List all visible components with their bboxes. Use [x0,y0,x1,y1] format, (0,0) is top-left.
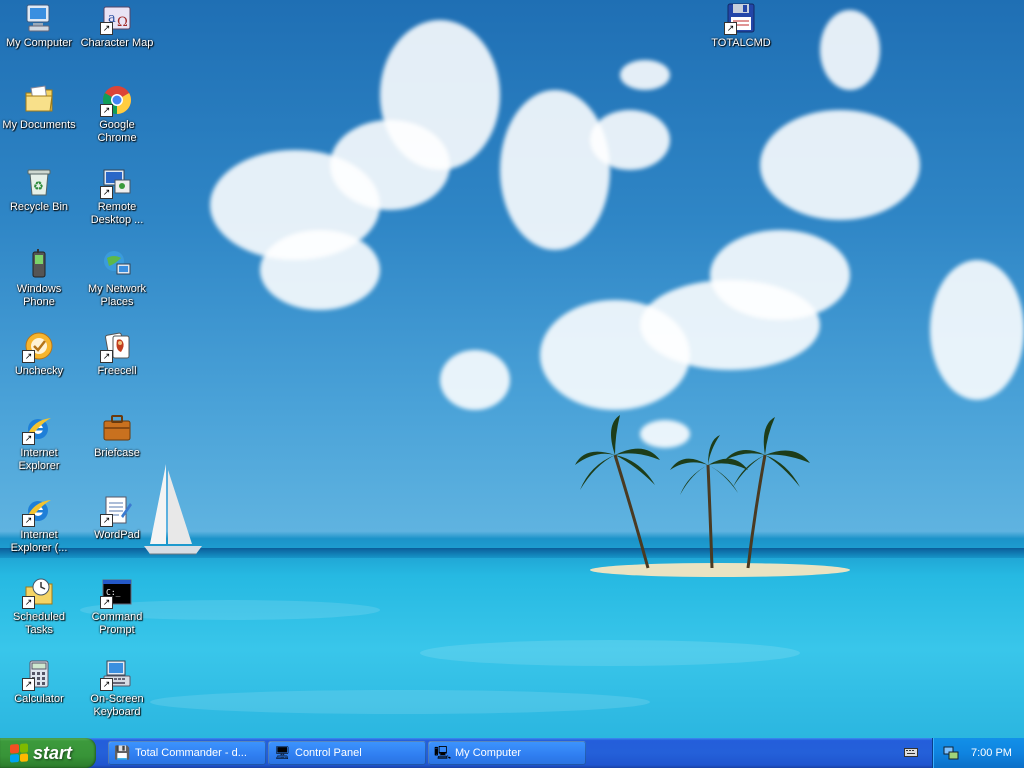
desktop-icon-label: Recycle Bin [9,201,69,213]
keyboard-icon: ↗ [100,658,133,691]
computer-icon [23,2,55,34]
desktop-icon-internet-explorer-2[interactable]: ↗ Internet Explorer (... [0,494,78,555]
phone-icon [23,248,55,280]
shortcut-arrow-icon: ↗ [100,22,113,35]
shortcut-arrow-icon: ↗ [100,104,113,117]
desktop-icon-unchecky[interactable]: ↗ Unchecky [0,330,78,378]
desktop-icon-my-network-places[interactable]: My Network Places [78,248,156,309]
desktop-icon-label: Command Prompt [91,611,143,636]
system-tray: 7:00 PM [932,738,1024,768]
clock[interactable]: 7:00 PM [971,747,1012,759]
shortcut-arrow-icon: ↗ [100,514,113,527]
desktop-icon-label: Google Chrome [97,119,137,144]
desktop-icon-my-computer[interactable]: My Computer [0,2,78,50]
desktop-icon-label: My Documents [2,119,76,131]
network-icon[interactable] [943,745,959,761]
desktop-icon-label: Unchecky [14,365,64,377]
desktop-icon-my-documents[interactable]: My Documents [0,84,78,132]
shortcut-arrow-icon: ↗ [22,514,35,527]
desktop-icon-label: My Network Places [87,283,147,308]
cards-icon: ↗ [100,330,133,363]
shortcut-arrow-icon: ↗ [724,22,737,35]
desktop-icon-label: Internet Explorer (... [10,529,68,554]
desktop-icon-label: Briefcase [94,447,140,459]
desktop-icon-label: WordPad [94,529,140,541]
desktop-icon-command-prompt[interactable]: C:_ ↗ Command Prompt [78,576,156,637]
desktop-icon-label: Remote Desktop ... [90,201,144,226]
desktop-icon-label: TOTALCMD [711,37,771,49]
desktop-icon-totalcmd[interactable]: ↗ TOTALCMD [702,2,780,50]
calculator-icon: ↗ [22,658,55,691]
island-palms-decoration [575,415,850,577]
recycle-bin-icon: ♻ [23,166,55,198]
totalcmd-icon: 💾 [114,745,131,760]
desktop[interactable]: My Computer a Ω ↗ Character Map My Documents ↗… [0,0,1024,738]
start-label: start [33,742,73,763]
briefcase-icon [101,412,133,444]
desktop-icon-label: Scheduled Tasks [13,611,65,636]
cmd-icon: C:_ ↗ [100,576,133,609]
desktop-icon-on-screen-keyboard[interactable]: ↗ On-Screen Keyboard [78,658,156,719]
network-icon [101,248,133,280]
control-panel-icon: 🖥 [274,745,291,760]
desktop-icon-calculator[interactable]: ↗ Calculator [0,658,78,706]
taskbar-button-label: Control Panel [295,747,362,759]
computer-icon: 🖳 [434,745,452,760]
start-button[interactable]: start [0,738,96,768]
shortcut-arrow-icon: ↗ [100,350,113,363]
desktop-icon-internet-explorer[interactable]: ↗ Internet Explorer [0,412,78,473]
taskbar: start 💾 Total Commander - d... 🖥 Control… [0,738,1024,768]
folder-documents-icon [23,84,55,116]
desktop-icon-label: Windows Phone [16,283,62,308]
desktop-icon-label: Freecell [97,365,137,377]
ie-icon: ↗ [22,494,55,527]
floppy-icon: ↗ [724,2,757,35]
svg-text:♻: ♻ [33,179,44,193]
desktop-icon-briefcase[interactable]: Briefcase [78,412,156,460]
shortcut-arrow-icon: ↗ [22,432,35,445]
desktop-icon-character-map[interactable]: a Ω ↗ Character Map [78,2,156,50]
taskbar-button-label: Total Commander - d... [135,747,247,759]
desktop-icon-label: My Computer [5,37,73,49]
desktop-icon-scheduled-tasks[interactable]: ↗ Scheduled Tasks [0,576,78,637]
desktop-icon-label: On-Screen Keyboard [90,693,144,718]
keyboard-icon[interactable] [904,746,918,758]
shortcut-arrow-icon: ↗ [100,678,113,691]
svg-text:Ω: Ω [117,15,128,30]
taskbar-button-control-panel[interactable]: 🖥 Control Panel [268,741,426,765]
scheduled-tasks-icon: ↗ [22,576,55,609]
desktop-icon-windows-phone[interactable]: Windows Phone [0,248,78,309]
desktop-icon-label: Internet Explorer [18,447,60,472]
desktop-icon-wordpad[interactable]: ↗ WordPad [78,494,156,542]
wordpad-icon: ↗ [100,494,133,527]
shortcut-arrow-icon: ↗ [100,596,113,609]
desktop-icon-label: Calculator [14,693,64,705]
remote-desktop-icon: ↗ [100,166,133,199]
windows-logo-icon [10,743,28,763]
shortcut-arrow-icon: ↗ [22,678,35,691]
taskbar-button-my-computer[interactable]: 🖳 My Computer [428,741,586,765]
desktop-icon-google-chrome[interactable]: ↗ Google Chrome [78,84,156,145]
taskbar-button-total-commander[interactable]: 💾 Total Commander - d... [108,741,266,765]
desktop-icon-freecell[interactable]: ↗ Freecell [78,330,156,378]
desktop-icon-remote-desktop[interactable]: ↗ Remote Desktop ... [78,166,156,227]
chrome-icon: ↗ [100,84,133,117]
ie-icon: ↗ [22,412,55,445]
shortcut-arrow-icon: ↗ [100,186,113,199]
unchecky-icon: ↗ [22,330,55,363]
desktop-icon-label: Character Map [80,37,154,49]
taskbar-button-label: My Computer [455,747,522,759]
shortcut-arrow-icon: ↗ [22,350,35,363]
character-map-icon: a Ω ↗ [100,2,133,35]
desktop-icon-recycle-bin[interactable]: ♻ Recycle Bin [0,166,78,214]
shortcut-arrow-icon: ↗ [22,596,35,609]
